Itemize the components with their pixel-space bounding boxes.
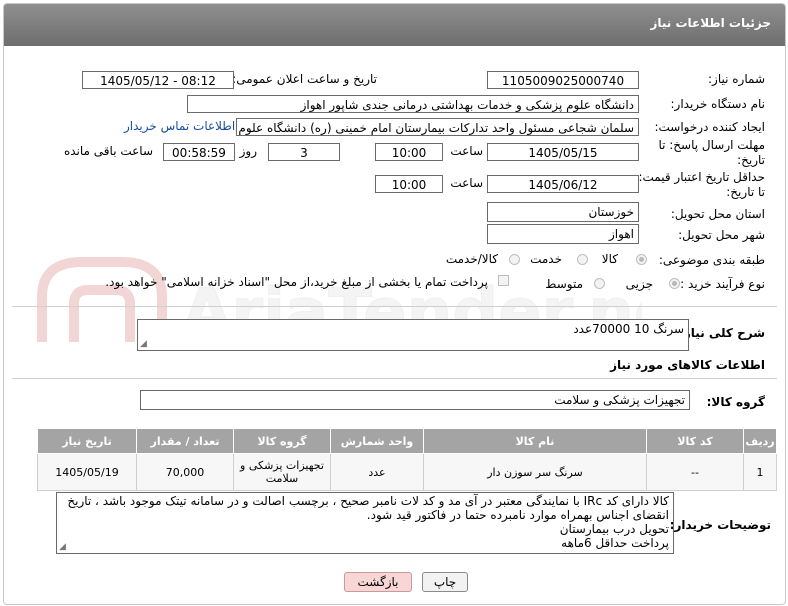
divider bbox=[12, 306, 777, 307]
city-field: اهواز bbox=[487, 224, 639, 244]
description-field: سرنگ 10 70000عدد bbox=[137, 319, 689, 351]
days-field: 3 bbox=[268, 143, 340, 161]
items-section-title: اطلاعات کالاهای مورد نیاز bbox=[610, 358, 765, 372]
buyer-notes-line: انقضای اجناس بهمراه موارد نامبرده حتما د… bbox=[366, 508, 669, 522]
remaining-label: ساعت باقی مانده bbox=[63, 144, 153, 158]
process-label: نوع فرآیند خرید : bbox=[680, 277, 765, 291]
price-deadline-label: حداقل تاریخ اعتبار قیمت: تا تاریخ: bbox=[638, 170, 765, 199]
cell-unit: عدد bbox=[330, 453, 424, 491]
price-time-field: 10:00 bbox=[375, 175, 443, 193]
col-code: کد کالا bbox=[646, 428, 744, 454]
cell-row: 1 bbox=[743, 453, 777, 491]
buyer-org-field: دانشگاه علوم پزشکی و خدمات بهداشتی درمان… bbox=[187, 95, 639, 113]
category-radio-goods[interactable] bbox=[636, 254, 647, 265]
description-label: شرح کلی نیاز: bbox=[679, 326, 765, 340]
cell-group: تجهیزات پزشکی و سلامت bbox=[233, 453, 331, 491]
table-row: 1 -- سرنگ سر سوزن دار عدد تجهیزات پزشکی … bbox=[37, 453, 777, 491]
reply-time-label: ساعت bbox=[450, 144, 483, 158]
category-option-service: خدمت bbox=[530, 252, 562, 266]
price-date-field: 1405/06/12 bbox=[487, 175, 639, 193]
buyer-notes-line: تحویل درب بیمارستان bbox=[559, 522, 669, 536]
treasury-payment-note: پرداخت تمام یا بخشی از مبلغ خرید،از محل … bbox=[105, 275, 488, 289]
contact-info-link[interactable]: اطلاعات تماس خریدار bbox=[124, 119, 235, 133]
reply-time-field: 10:00 bbox=[375, 143, 443, 161]
col-date: تاریخ نیاز bbox=[37, 428, 137, 454]
cell-quantity: 70,000 bbox=[136, 453, 234, 491]
category-radio-service[interactable] bbox=[577, 254, 588, 265]
need-number-field: 1105009025000740 bbox=[487, 71, 639, 89]
buyer-notes-label: توضیحات خریدار: bbox=[669, 518, 771, 532]
treasury-payment-checkbox[interactable] bbox=[498, 275, 509, 286]
print-button[interactable]: چاپ bbox=[422, 572, 468, 592]
category-option-goods: کالا bbox=[601, 252, 618, 266]
remaining-time-field: 00:58:59 bbox=[163, 143, 235, 161]
buyer-org-label: نام دستگاه خریدار: bbox=[670, 97, 766, 111]
buyer-notes-line: پرداخت حداقل 6ماهه bbox=[561, 536, 669, 550]
process-option-medium: متوسط bbox=[545, 277, 583, 291]
cell-code: -- bbox=[646, 453, 744, 491]
col-quantity: تعداد / مقدار bbox=[136, 428, 234, 454]
resize-handle-icon[interactable]: ◢ bbox=[59, 542, 66, 552]
items-table: ردیف کد کالا نام کالا واحد شمارش گروه کا… bbox=[37, 428, 777, 491]
cell-name: سرنگ سر سوزن دار bbox=[423, 453, 647, 491]
category-label: طبقه بندی موضوعی: bbox=[658, 253, 765, 267]
process-radio-minor[interactable] bbox=[669, 278, 680, 289]
panel-title: جزئیات اطلاعات نیاز bbox=[650, 16, 771, 30]
announce-label: تاریخ و ساعت اعلان عمومی: bbox=[232, 72, 377, 86]
announce-field: 1405/05/12 - 08:12 bbox=[82, 71, 234, 89]
reply-date-field: 1405/05/15 bbox=[487, 143, 639, 161]
col-group: گروه کالا bbox=[233, 428, 331, 454]
divider bbox=[12, 378, 777, 379]
province-field: خوزستان bbox=[487, 202, 639, 222]
buyer-notes-field: کالا دارای کد IRc با نمایندگی معتبر در آ… bbox=[56, 492, 674, 554]
process-option-minor: جزیی bbox=[625, 277, 653, 291]
table-header-row: ردیف کد کالا نام کالا واحد شمارش گروه کا… bbox=[37, 428, 777, 454]
buyer-notes-line: کالا دارای کد IRc با نمایندگی معتبر در آ… bbox=[67, 494, 669, 508]
group-field: تجهیزات پزشکی و سلامت bbox=[140, 390, 690, 410]
panel-header: جزئیات اطلاعات نیاز bbox=[4, 4, 785, 46]
group-label: گروه کالا: bbox=[706, 395, 765, 409]
creator-field: سلمان شجاعی مسئول واحد تدارکات بیمارستان… bbox=[236, 118, 639, 136]
cell-date: 1405/05/19 bbox=[37, 453, 137, 491]
back-button[interactable]: بازگشت bbox=[344, 572, 412, 592]
col-name: نام کالا bbox=[423, 428, 647, 454]
col-unit: واحد شمارش bbox=[330, 428, 424, 454]
resize-handle-icon[interactable]: ◢ bbox=[140, 339, 147, 349]
creator-label: ایجاد کننده درخواست: bbox=[654, 120, 765, 134]
category-radio-both[interactable] bbox=[509, 254, 520, 265]
province-label: استان محل تحویل: bbox=[670, 207, 765, 221]
main-panel: جزئیات اطلاعات نیاز AriaTender.neT شماره… bbox=[3, 3, 786, 605]
city-label: شهر محل تحویل: bbox=[678, 228, 765, 242]
category-option-both: کالا/خدمت bbox=[445, 252, 498, 266]
process-radio-medium[interactable] bbox=[594, 278, 605, 289]
price-time-label: ساعت bbox=[450, 176, 483, 190]
col-row: ردیف bbox=[743, 428, 777, 454]
need-number-label: شماره نیاز: bbox=[708, 72, 765, 86]
reply-deadline-label: مهلت ارسال پاسخ: تا تاریخ: bbox=[658, 138, 765, 167]
